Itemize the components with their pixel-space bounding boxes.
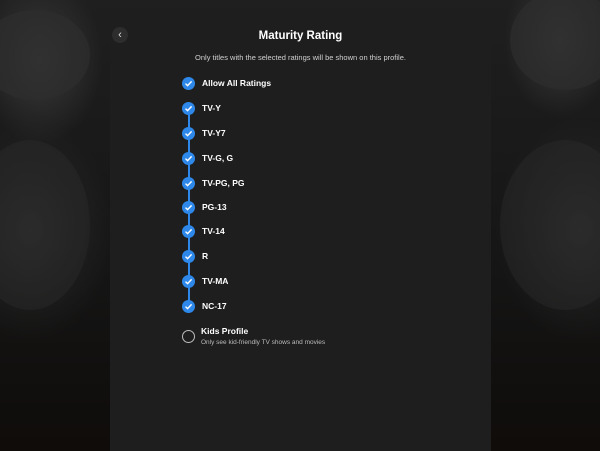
rating-label: TV-G, G bbox=[202, 153, 234, 163]
rating-label: NC-17 bbox=[202, 301, 227, 311]
checkmark-icon bbox=[182, 76, 195, 90]
rating-label: PG-13 bbox=[202, 202, 227, 212]
checkmark-icon bbox=[182, 126, 195, 140]
rating-item-tv-y[interactable]: TV-Y bbox=[182, 100, 221, 116]
kids-profile-radio[interactable] bbox=[182, 330, 195, 343]
checkmark-icon bbox=[182, 249, 195, 263]
rating-item-allow-all[interactable]: Allow All Ratings bbox=[182, 75, 271, 91]
rating-item-tv-y7[interactable]: TV-Y7 bbox=[182, 125, 226, 141]
kids-profile-option[interactable]: Kids Profile Only see kid-friendly TV sh… bbox=[182, 326, 325, 346]
checkmark-icon bbox=[182, 176, 195, 190]
checkmark-icon bbox=[182, 151, 195, 165]
rating-label: TV-Y bbox=[202, 103, 221, 113]
checkmark-icon bbox=[182, 224, 195, 238]
rating-label: Allow All Ratings bbox=[202, 78, 272, 88]
rating-item-tv-14[interactable]: TV-14 bbox=[182, 223, 225, 239]
rating-item-tv-ma[interactable]: TV-MA bbox=[182, 273, 228, 289]
rating-label: R bbox=[202, 251, 209, 261]
rating-item-tv-pg[interactable]: TV-PG, PG bbox=[182, 175, 245, 191]
rating-label: TV-Y7 bbox=[202, 128, 226, 138]
page-subtitle: Only titles with the selected ratings wi… bbox=[195, 53, 406, 62]
rating-label: TV-PG, PG bbox=[202, 178, 245, 188]
kids-profile-label: Kids Profile bbox=[201, 326, 249, 336]
checkmark-icon bbox=[182, 101, 195, 115]
checkmark-icon bbox=[182, 200, 195, 214]
checkmark-icon bbox=[182, 274, 195, 288]
page-title: Maturity Rating bbox=[258, 30, 343, 42]
rating-label: TV-14 bbox=[202, 226, 225, 236]
rating-item-r[interactable]: R bbox=[182, 248, 208, 264]
rating-item-tv-g[interactable]: TV-G, G bbox=[182, 150, 233, 166]
kids-profile-description: Only see kid-friendly TV shows and movie… bbox=[201, 339, 326, 346]
rating-item-nc-17[interactable]: NC-17 bbox=[182, 298, 227, 314]
rating-label: TV-MA bbox=[202, 276, 229, 286]
maturity-rating-sheet bbox=[110, 24, 491, 451]
checkmark-icon bbox=[182, 299, 195, 313]
kids-profile-text: Kids Profile Only see kid-friendly TV sh… bbox=[201, 326, 325, 346]
rating-item-pg-13[interactable]: PG-13 bbox=[182, 199, 227, 215]
